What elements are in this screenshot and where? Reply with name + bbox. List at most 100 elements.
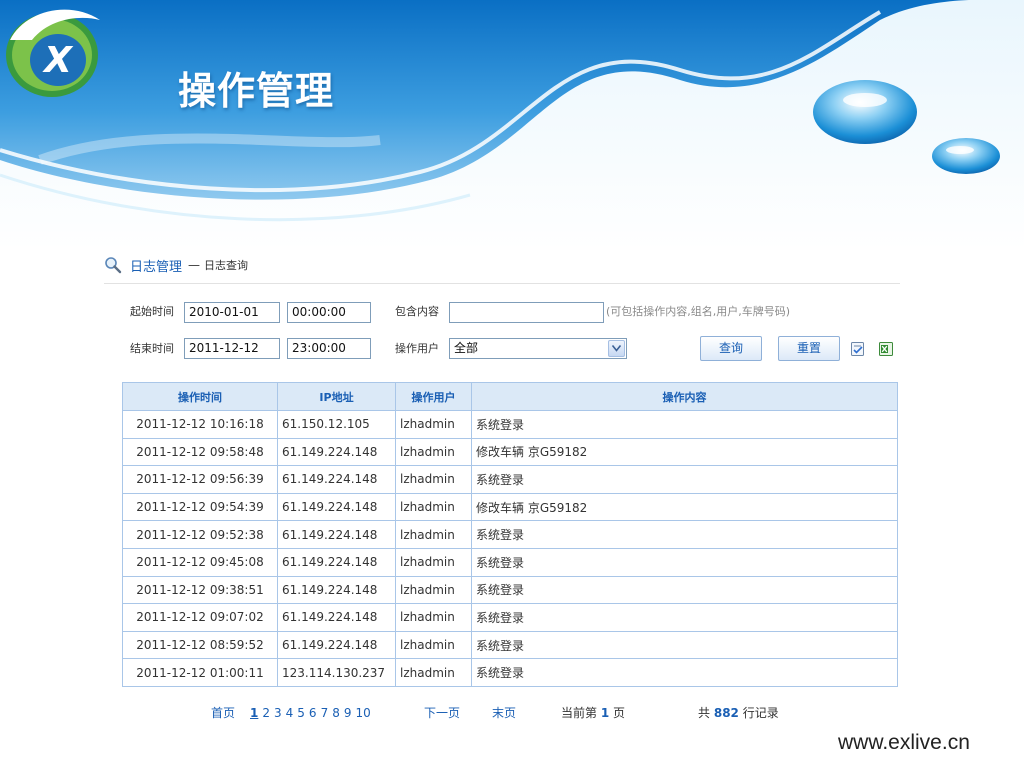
cell-content: 系统登录 [471, 465, 898, 494]
cell-user: lzhadmin [395, 520, 472, 549]
total-records-info: 共 882 行记录 [698, 705, 779, 721]
current-page-suffix: 页 [613, 706, 626, 720]
page-title: 操作管理 [178, 69, 335, 113]
page-number-link[interactable]: 4 [286, 706, 294, 720]
breadcrumb-separator: — [188, 258, 201, 272]
search-icon [105, 257, 122, 274]
cell-ip: 61.149.224.148 [277, 575, 396, 605]
breadcrumb-divider [104, 283, 900, 284]
page-number-link[interactable]: 10 [355, 706, 370, 720]
table-row[interactable]: 2011-12-12 09:38:51 61.149.224.148 lzhadmi… [122, 575, 898, 605]
website-watermark: www.exlive.cn [838, 731, 970, 754]
total-prefix: 共 [698, 706, 711, 720]
page-number-link[interactable]: 3 [274, 706, 282, 720]
cell-content: 系统登录 [471, 630, 898, 660]
content-hint: (可包括操作内容,组名,用户,车牌号码) [606, 305, 791, 318]
end-time-label: 结束时间 [130, 342, 174, 355]
first-page-link[interactable]: 首页 [211, 705, 235, 721]
page-number-link[interactable]: 1 [250, 706, 258, 720]
cell-ip: 61.149.224.148 [277, 520, 396, 549]
query-button[interactable]: 查询 [700, 336, 762, 361]
column-header-content[interactable]: 操作内容 [471, 382, 898, 411]
start-time-label: 起始时间 [130, 305, 174, 318]
cell-time: 2011-12-12 09:58:48 [122, 437, 278, 467]
cell-time: 2011-12-12 09:56:39 [122, 465, 278, 494]
cell-user: lzhadmin [395, 603, 472, 632]
cell-content: 系统登录 [471, 520, 898, 549]
column-header-ip[interactable]: IP地址 [277, 382, 396, 411]
user-select-value: 全部 [454, 341, 479, 355]
page-number-link[interactable]: 7 [321, 706, 329, 720]
table-row[interactable]: 2011-12-12 09:07:02 61.149.224.148 lzhadmi… [122, 603, 898, 632]
page-number-list: 1 2 3 4 5 6 7 8 9 10 [248, 705, 373, 721]
end-time-input[interactable]: 23:00:00 [287, 338, 371, 359]
excel-export-icon[interactable] [878, 341, 894, 357]
cell-user: lzhadmin [395, 575, 472, 605]
start-date-input[interactable]: 2010-01-01 [184, 302, 280, 323]
breadcrumb: 日志管理 — 日志查询 [104, 255, 248, 275]
cell-time: 2011-12-12 01:00:11 [122, 658, 278, 687]
cell-user: lzhadmin [395, 437, 472, 467]
cell-time: 2011-12-12 09:07:02 [122, 603, 278, 632]
cell-content: 系统登录 [471, 410, 898, 439]
current-page-prefix: 当前第 [561, 706, 598, 720]
column-header-time[interactable]: 操作时间 [122, 382, 278, 411]
page-number-link[interactable]: 6 [309, 706, 317, 720]
cell-ip: 123.114.130.237 [277, 658, 396, 687]
reset-button[interactable]: 重置 [778, 336, 840, 361]
cell-time: 2011-12-12 09:45:08 [122, 547, 278, 577]
cell-content: 系统登录 [471, 547, 898, 577]
last-page-link[interactable]: 末页 [492, 705, 516, 721]
current-page-info: 当前第 1 页 [561, 705, 625, 721]
cell-ip: 61.149.224.148 [277, 547, 396, 577]
cell-content: 系统登录 [471, 603, 898, 632]
table-row[interactable]: 2011-12-12 10:16:18 61.150.12.105 lzhadmin… [122, 410, 898, 439]
table-row[interactable]: 2011-12-12 09:56:39 61.149.224.148 lzhadmi… [122, 465, 898, 494]
breadcrumb-main[interactable]: 日志管理 [130, 256, 182, 275]
end-date-input[interactable]: 2011-12-12 [184, 338, 280, 359]
cell-time: 2011-12-12 09:54:39 [122, 492, 278, 522]
user-label: 操作用户 [395, 342, 439, 355]
table-row[interactable]: 2011-12-12 09:52:38 61.149.224.148 lzhadmi… [122, 520, 898, 549]
cell-time: 2011-12-12 09:38:51 [122, 575, 278, 605]
cell-content: 修改车辆 京G59182 [471, 492, 898, 522]
total-suffix: 行记录 [742, 706, 779, 720]
page-number-link[interactable]: 2 [262, 706, 270, 720]
table-row[interactable]: 2011-12-12 09:58:48 61.149.224.148 lzhadmi… [122, 437, 898, 467]
cell-ip: 61.149.224.148 [277, 492, 396, 522]
page-number-link[interactable]: 8 [332, 706, 340, 720]
current-page-value: 1 [600, 706, 610, 720]
print-icon[interactable] [850, 341, 866, 357]
cell-content: 系统登录 [471, 575, 898, 605]
cell-user: lzhadmin [395, 658, 472, 687]
cell-user: lzhadmin [395, 630, 472, 660]
content-label: 包含内容 [395, 305, 439, 318]
cell-ip: 61.149.224.148 [277, 465, 396, 494]
cell-user: lzhadmin [395, 492, 472, 522]
page-number-link[interactable]: 9 [344, 706, 352, 720]
next-page-link[interactable]: 下一页 [424, 705, 460, 721]
column-header-user[interactable]: 操作用户 [395, 382, 472, 411]
user-select[interactable]: 全部 [449, 338, 627, 359]
table-row[interactable]: 2011-12-12 09:45:08 61.149.224.148 lzhadmi… [122, 547, 898, 577]
cell-ip: 61.149.224.148 [277, 603, 396, 632]
cell-user: lzhadmin [395, 547, 472, 577]
page-number-link[interactable]: 5 [297, 706, 305, 720]
table-row[interactable]: 2011-12-12 08:59:52 61.149.224.148 lzhadmi… [122, 630, 898, 660]
cell-ip: 61.149.224.148 [277, 437, 396, 467]
cell-content: 系统登录 [471, 658, 898, 687]
logo-icon: X [6, 9, 100, 97]
chevron-down-icon[interactable] [608, 340, 625, 357]
table-row[interactable]: 2011-12-12 01:00:11 123.114.130.237 lzhadm… [122, 658, 898, 687]
page-banner: X 操作管理 [0, 0, 1024, 250]
cell-ip: 61.150.12.105 [277, 410, 396, 439]
cell-time: 2011-12-12 09:52:38 [122, 520, 278, 549]
total-records-value: 882 [713, 706, 739, 720]
content-input[interactable] [449, 302, 604, 323]
table-row[interactable]: 2011-12-12 09:54:39 61.149.224.148 lzhadmi… [122, 492, 898, 522]
breadcrumb-current: 日志查询 [204, 259, 249, 272]
table-header-row: 操作时间 IP地址 操作用户 操作内容 [122, 382, 898, 411]
start-time-input[interactable]: 00:00:00 [287, 302, 371, 323]
cell-user: lzhadmin [395, 410, 472, 439]
cell-time: 2011-12-12 10:16:18 [122, 410, 278, 439]
